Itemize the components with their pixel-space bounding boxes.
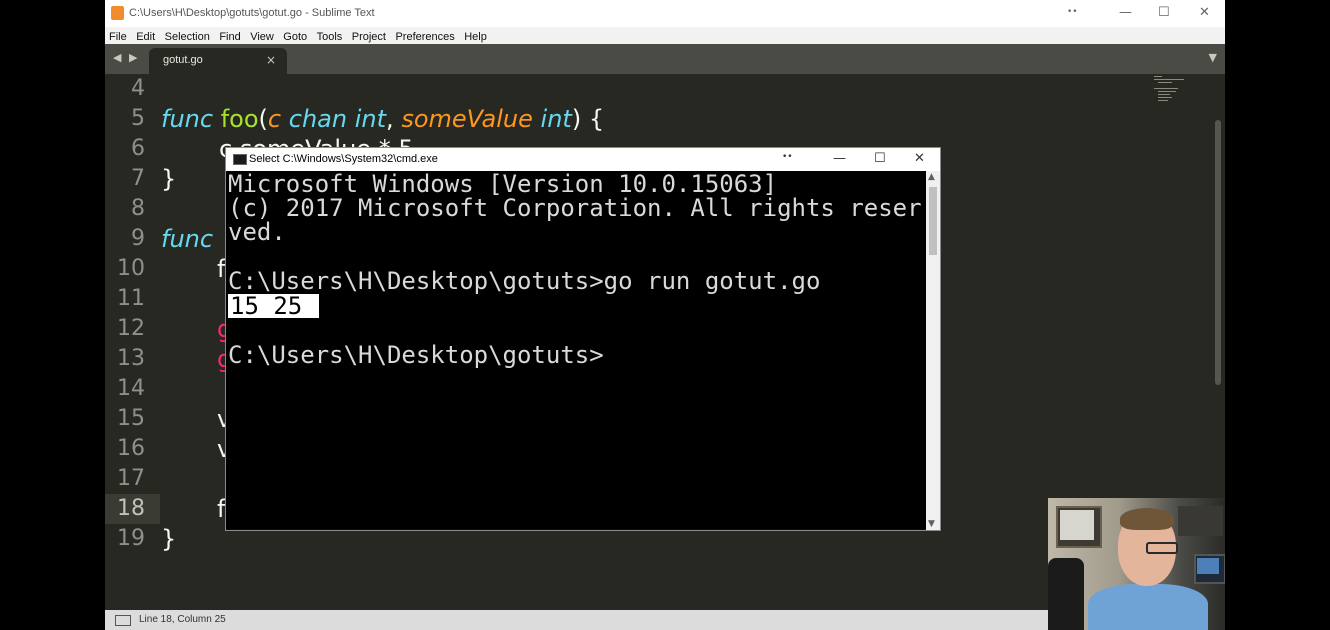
line-number: 13 xyxy=(117,346,145,371)
chair xyxy=(1048,558,1084,630)
cmd-restore-dots-icon: •• xyxy=(782,152,793,162)
console-output[interactable]: Microsoft Windows [Version 10.0.15063] (… xyxy=(226,171,926,529)
tab-dropdown-icon[interactable]: ▼ xyxy=(1209,51,1217,64)
cmd-maximize-button[interactable]: ☐ xyxy=(874,151,886,166)
tab-bar: ◀ ▶ gotut.go × ▼ xyxy=(105,44,1225,74)
line-number: 7 xyxy=(131,166,145,191)
code-text: } xyxy=(161,525,177,553)
punct: ( xyxy=(258,105,268,133)
cmd-titlebar[interactable]: Select C:\Windows\System32\cmd.exe •• — … xyxy=(226,148,940,171)
window-light xyxy=(1060,510,1094,540)
close-button[interactable]: ✕ xyxy=(1199,5,1210,20)
scroll-up-icon[interactable]: ▲ xyxy=(928,172,935,182)
scroll-down-icon[interactable]: ▼ xyxy=(928,519,935,529)
console-line: C:\Users\H\Desktop\gotuts>go run gotut.g… xyxy=(228,267,821,295)
tab-label: gotut.go xyxy=(163,54,203,66)
maximize-button[interactable]: ☐ xyxy=(1158,5,1170,20)
line-number: 8 xyxy=(131,196,145,221)
function-name: foo xyxy=(220,105,259,133)
status-panel-icon[interactable] xyxy=(115,615,131,626)
code-text: func foo(c chan int, someValue int) { xyxy=(161,104,604,134)
current-line: 18 xyxy=(105,494,160,524)
param: someValue xyxy=(401,105,533,133)
cmd-close-button[interactable]: ✕ xyxy=(914,151,925,166)
cursor-position: Line 18, Column 25 xyxy=(139,614,226,625)
shelf xyxy=(1178,506,1223,536)
line-number: 9 xyxy=(131,226,145,251)
code-line: 5 func foo(c chan int, someValue int) { xyxy=(105,104,1215,134)
sublime-titlebar: C:\Users\H\Desktop\gotuts\gotut.go - Sub… xyxy=(105,0,1225,27)
code-line: 4 xyxy=(105,74,1215,104)
line-number: 5 xyxy=(131,106,145,131)
console-line: Microsoft Windows [Version 10.0.15063] xyxy=(228,171,778,198)
restore-dots-icon: •• xyxy=(1067,7,1078,17)
tab-gotut-go[interactable]: gotut.go × xyxy=(149,48,287,74)
selected-output[interactable]: 15 25 xyxy=(228,294,319,318)
line-number: 14 xyxy=(117,376,145,401)
line-number: 16 xyxy=(117,436,145,461)
type: int xyxy=(540,105,572,133)
keyword: func xyxy=(161,225,214,253)
minimize-button[interactable]: — xyxy=(1119,5,1132,20)
line-number: 19 xyxy=(117,526,145,551)
console-line: (c) 2017 Microsoft Corporation. All righ… xyxy=(228,194,922,222)
menubar: File Edit Selection Find View Goto Tools… xyxy=(105,27,1225,44)
param: c xyxy=(267,105,282,133)
line-number: 10 xyxy=(117,256,145,281)
console-line: ved. xyxy=(228,218,286,246)
punct: ) { xyxy=(571,105,605,133)
line-number: 6 xyxy=(131,136,145,161)
type: chan xyxy=(288,105,348,133)
person-glasses xyxy=(1146,542,1178,554)
person-hair xyxy=(1120,508,1174,530)
editor-scrollbar[interactable] xyxy=(1215,120,1221,385)
webcam-overlay xyxy=(1048,498,1225,630)
sublime-app-icon xyxy=(111,6,124,20)
line-number: 11 xyxy=(117,286,145,311)
cmd-window-title: Select C:\Windows\System32\cmd.exe xyxy=(249,153,438,165)
console-prompt: C:\Users\H\Desktop\gotuts> xyxy=(228,341,604,369)
keyword: func xyxy=(161,105,214,133)
cmd-window[interactable]: Select C:\Windows\System32\cmd.exe •• — … xyxy=(225,147,941,531)
line-number: 12 xyxy=(117,316,145,341)
sublime-window-title: C:\Users\H\Desktop\gotuts\gotut.go - Sub… xyxy=(129,7,375,19)
cmd-app-icon xyxy=(233,154,247,165)
cmd-scrollbar[interactable]: ▲ ▼ xyxy=(926,171,940,530)
person-shirt xyxy=(1088,584,1208,630)
background-monitor-screen xyxy=(1197,558,1219,574)
line-number: 17 xyxy=(117,466,145,491)
punct: , xyxy=(386,105,394,133)
cmd-minimize-button[interactable]: — xyxy=(833,151,846,166)
scroll-thumb[interactable] xyxy=(929,187,937,255)
tab-close-icon[interactable]: × xyxy=(266,53,276,67)
line-number: 15 xyxy=(117,406,145,431)
minimap[interactable] xyxy=(1150,74,1190,104)
line-number: 18 xyxy=(117,496,145,521)
line-number: 4 xyxy=(131,76,145,101)
code-text: } xyxy=(161,165,177,193)
tab-nav-arrows-icon[interactable]: ◀ ▶ xyxy=(113,51,139,64)
type: int xyxy=(354,105,387,133)
